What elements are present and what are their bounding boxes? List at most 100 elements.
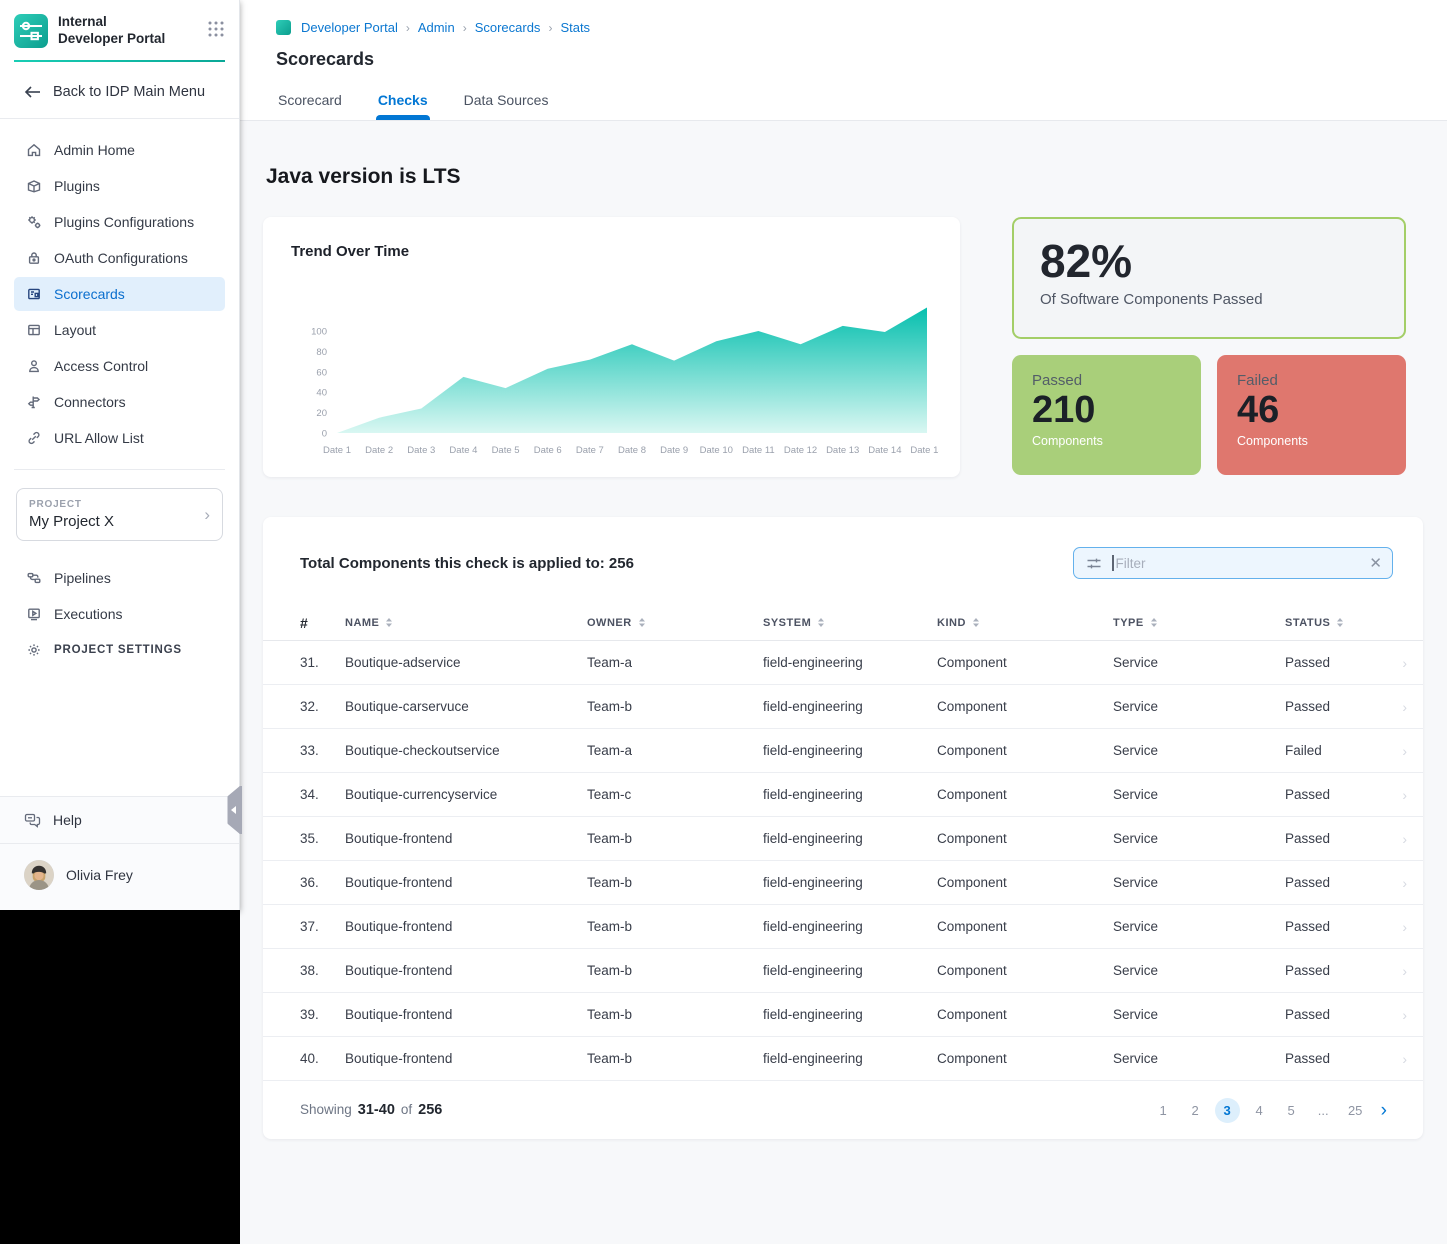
breadcrumb-admin[interactable]: Admin [418,20,455,35]
table-row[interactable]: 37.Boutique-frontendTeam-bfield-engineer… [263,905,1423,949]
back-to-main-menu[interactable]: Back to IDP Main Menu [0,62,239,119]
filter-input[interactable] [1116,556,1360,571]
svg-text:100: 100 [311,327,327,338]
cell-system: field-engineering [763,743,937,758]
sidebar-item-project-settings[interactable]: PROJECT SETTINGS [14,633,225,667]
cell-name: Boutique-checkoutservice [345,743,587,758]
sidebar-item-access-control[interactable]: Access Control [14,349,225,383]
sidebar-item-connectors[interactable]: Connectors [14,385,225,419]
cell-kind: Component [937,1051,1113,1066]
tab-scorecard[interactable]: Scorecard [278,92,342,120]
passed-value: 210 [1032,389,1181,433]
column-header-name[interactable]: NAME [345,617,587,629]
sort-icon [385,617,393,628]
table-row[interactable]: 35.Boutique-frontendTeam-bfield-engineer… [263,817,1423,861]
avatar [24,860,54,890]
cell-kind: Component [937,699,1113,714]
layout-icon [26,322,42,338]
sidebar-item-plugins[interactable]: Plugins [14,169,225,203]
cell-type: Service [1113,699,1285,714]
cell-name: Boutique-frontend [345,919,587,934]
page-button-4[interactable]: 4 [1247,1098,1272,1123]
sidebar-item-scorecards[interactable]: Scorecards [14,277,225,311]
svg-text:60: 60 [316,367,327,378]
column-header-kind[interactable]: KIND [937,617,1113,629]
sidebar-collapse-handle[interactable] [226,786,242,839]
sidebar-item-executions[interactable]: Executions [14,597,225,631]
page-button-2[interactable]: 2 [1183,1098,1208,1123]
breadcrumb: Developer Portal › Admin › Scorecards › … [240,20,1447,35]
cell-kind: Component [937,1007,1113,1022]
close-icon[interactable]: ✕ [1369,554,1382,572]
cell-owner: Team-a [587,655,763,670]
table-row[interactable]: 40.Boutique-frontendTeam-bfield-engineer… [263,1037,1423,1081]
filter-box[interactable]: ✕ [1073,547,1393,579]
sidebar-item-url-allow-list[interactable]: URL Allow List [14,421,225,455]
svg-text:Date 12: Date 12 [784,445,817,456]
plugins-icon [26,178,42,194]
table-row[interactable]: 32.Boutique-carservuceTeam-bfield-engine… [263,685,1423,729]
cell-type: Service [1113,875,1285,890]
cell-kind: Component [937,655,1113,670]
sidebar-item-layout[interactable]: Layout [14,313,225,347]
tab-data-sources[interactable]: Data Sources [464,92,549,120]
page-button-1[interactable]: 1 [1151,1098,1176,1123]
cell-name: Boutique-adservice [345,655,587,670]
sidebar-item-pipelines[interactable]: Pipelines [14,561,225,595]
column-header-status[interactable]: STATUS [1285,617,1387,629]
sort-icon [817,617,825,628]
cell-name: Boutique-frontend [345,875,587,890]
table-row[interactable]: 31.Boutique-adserviceTeam-afield-enginee… [263,641,1423,685]
showing-range: 31-40 [358,1102,395,1118]
failed-label: Failed [1237,372,1386,389]
breadcrumb-developer-portal[interactable]: Developer Portal [301,20,398,35]
user-menu[interactable]: Olivia Frey [0,844,239,910]
column-header-owner[interactable]: OWNER [587,617,763,629]
cell-system: field-engineering [763,831,937,846]
tab-bar: Scorecard Checks Data Sources [240,92,1447,120]
svg-text:Date 1: Date 1 [323,445,351,456]
cell-status: Passed [1285,1007,1387,1022]
cell-type: Service [1113,1007,1285,1022]
table-row[interactable]: 38.Boutique-frontendTeam-bfield-engineer… [263,949,1423,993]
cell-kind: Component [937,787,1113,802]
breadcrumb-stats[interactable]: Stats [560,20,590,35]
table-row[interactable]: 34.Boutique-currencyserviceTeam-cfield-e… [263,773,1423,817]
table-header-row: # NAME OWNER SYSTEM KIND TYPE STATUS [263,605,1423,641]
table-row[interactable]: 36.Boutique-frontendTeam-bfield-engineer… [263,861,1423,905]
tab-checks[interactable]: Checks [378,92,428,120]
svg-text:Date 15: Date 15 [910,445,939,456]
text-cursor [1112,555,1114,571]
page-button-3[interactable]: 3 [1215,1098,1240,1123]
project-selector[interactable]: PROJECT My Project X › [16,488,223,541]
page-button-5[interactable]: 5 [1279,1098,1304,1123]
cell-type: Service [1113,831,1285,846]
row-chevron-icon: › [1387,875,1407,891]
svg-text:Date 5: Date 5 [492,445,520,456]
cell-type: Service [1113,655,1285,670]
apps-grid-icon[interactable] [207,20,225,43]
column-header-system[interactable]: SYSTEM [763,617,937,629]
page-button-25[interactable]: 25 [1343,1098,1368,1123]
cell-kind: Component [937,743,1113,758]
breadcrumb-scorecards[interactable]: Scorecards [475,20,541,35]
breadcrumb-separator: › [406,21,410,35]
pagination-next-icon[interactable]: › [1381,1101,1387,1120]
cell-kind: Component [937,875,1113,890]
svg-text:Date 2: Date 2 [365,445,393,456]
column-header-num[interactable]: # [300,615,345,631]
trend-area-chart: 020406080100Date 1Date 2Date 3Date 4Date… [291,260,934,475]
gears-icon [26,214,42,230]
sidebar-item-admin-home[interactable]: Admin Home [14,133,225,167]
cell-owner: Team-b [587,963,763,978]
main-header: Developer Portal › Admin › Scorecards › … [240,0,1447,121]
sidebar-item-plugins-configurations[interactable]: Plugins Configurations [14,205,225,239]
showing-total: 256 [418,1102,442,1118]
cell-status: Passed [1285,875,1387,890]
help-button[interactable]: Help [0,797,239,844]
column-header-type[interactable]: TYPE [1113,617,1285,629]
sidebar-item-oauth-configurations[interactable]: OAuth Configurations [14,241,225,275]
row-chevron-icon: › [1387,787,1407,803]
table-row[interactable]: 39.Boutique-frontendTeam-bfield-engineer… [263,993,1423,1037]
table-row[interactable]: 33.Boutique-checkoutserviceTeam-afield-e… [263,729,1423,773]
